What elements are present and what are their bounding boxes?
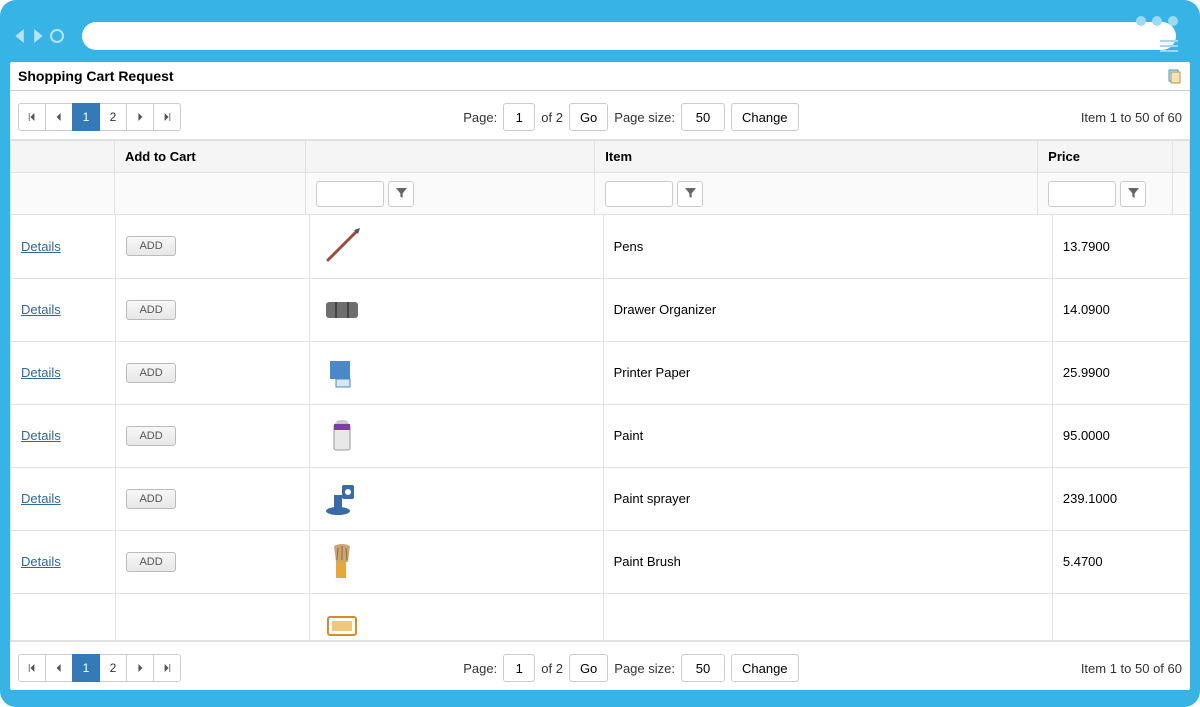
pager-last-button[interactable] xyxy=(153,654,181,682)
add-button[interactable]: ADD xyxy=(126,552,175,572)
pager-bottom: 1 2 Page: of 2 Go Page size: Change Item… xyxy=(10,641,1190,690)
item-price: 25.9900 xyxy=(1052,341,1189,404)
page-size-input[interactable] xyxy=(681,103,725,131)
table-row: Details ADD Pens13.7900 xyxy=(11,215,1190,278)
page-label: Page: xyxy=(463,110,497,125)
pager-next-button[interactable] xyxy=(126,654,154,682)
filter-thumb-button[interactable] xyxy=(388,181,414,207)
add-button[interactable]: ADD xyxy=(126,363,175,383)
table-row: Details ADD Paint95.0000 xyxy=(11,404,1190,467)
change-button[interactable]: Change xyxy=(731,103,799,131)
product-thumb-icon xyxy=(320,351,364,395)
page-label: Page: xyxy=(463,661,497,676)
menu-icon[interactable] xyxy=(1160,40,1178,52)
details-link[interactable]: Details xyxy=(21,239,61,254)
item-name: Paint xyxy=(603,404,1052,467)
filter-price-input[interactable] xyxy=(1048,181,1116,207)
col-price[interactable]: Price xyxy=(1038,141,1173,173)
details-link[interactable]: Details xyxy=(21,302,61,317)
items-table-body: Details ADD Pens13.7900 Details ADD Drawer Or… xyxy=(10,215,1190,594)
product-thumb-icon xyxy=(320,414,364,458)
items-table-header: Add to Cart Item Price xyxy=(10,140,1190,215)
item-name: Pens xyxy=(603,215,1052,278)
page-size-input[interactable] xyxy=(681,654,725,682)
pager-top: 1 2 Page: of 2 Go Page size: Change Item… xyxy=(10,91,1190,140)
table-row: Details ADD Paint sprayer239.1000 xyxy=(11,467,1190,530)
pager-first-button[interactable] xyxy=(18,654,46,682)
product-thumb-icon xyxy=(320,224,364,268)
col-details[interactable] xyxy=(11,141,115,173)
item-price: 14.0900 xyxy=(1052,278,1189,341)
browser-back-icon[interactable] xyxy=(14,29,28,43)
page-title: Shopping Cart Request xyxy=(18,68,174,84)
col-thumb[interactable] xyxy=(306,141,595,173)
copy-icon[interactable] xyxy=(1166,68,1182,84)
item-price: 5.4700 xyxy=(1052,530,1189,593)
table-row: Details ADD Printer Paper25.9900 xyxy=(11,341,1190,404)
product-thumb-icon xyxy=(320,288,364,332)
col-item[interactable]: Item xyxy=(595,141,1038,173)
page-size-label: Page size: xyxy=(614,661,675,676)
pager-prev-button[interactable] xyxy=(45,103,73,131)
page-input[interactable] xyxy=(503,103,535,131)
window-dot-icon xyxy=(1136,16,1146,26)
window-dot-icon xyxy=(1168,16,1178,26)
pager-next-button[interactable] xyxy=(126,103,154,131)
add-button[interactable]: ADD xyxy=(126,300,175,320)
url-bar[interactable] xyxy=(82,22,1176,50)
pager-last-button[interactable] xyxy=(153,103,181,131)
filter-price-button[interactable] xyxy=(1120,181,1146,207)
change-button[interactable]: Change xyxy=(731,654,799,682)
product-thumb-icon xyxy=(320,477,364,521)
table-row: Details ADD Paint Brush5.4700 xyxy=(11,530,1190,593)
browser-chrome: Shopping Cart Request 1 2 Page: of 2 Go xyxy=(0,0,1200,707)
item-name: Drawer Organizer xyxy=(603,278,1052,341)
go-button[interactable]: Go xyxy=(569,654,608,682)
browser-forward-icon[interactable] xyxy=(30,29,44,43)
pager-status: Item 1 to 50 of 60 xyxy=(1081,110,1182,125)
page-of-label: of 2 xyxy=(541,661,563,676)
item-name: Paint sprayer xyxy=(603,467,1052,530)
pager-status: Item 1 to 50 of 60 xyxy=(1081,661,1182,676)
add-button[interactable]: ADD xyxy=(126,489,175,509)
filter-item-input[interactable] xyxy=(605,181,673,207)
page-content: Shopping Cart Request 1 2 Page: of 2 Go xyxy=(10,62,1190,690)
window-dot-icon xyxy=(1152,16,1162,26)
pager-buttons: 1 2 xyxy=(18,103,181,131)
pager-prev-button[interactable] xyxy=(45,654,73,682)
pager-page-2[interactable]: 2 xyxy=(99,654,127,682)
window-dots xyxy=(1136,16,1178,26)
details-link[interactable]: Details xyxy=(21,554,61,569)
item-price: 95.0000 xyxy=(1052,404,1189,467)
details-link[interactable]: Details xyxy=(21,491,61,506)
pager-page-1[interactable]: 1 xyxy=(72,103,100,131)
details-link[interactable]: Details xyxy=(21,365,61,380)
table-row: Details ADD Drawer Organizer14.0900 xyxy=(11,278,1190,341)
item-price: 239.1000 xyxy=(1052,467,1189,530)
details-link[interactable]: Details xyxy=(21,428,61,443)
page-of-label: of 2 xyxy=(541,110,563,125)
product-thumb-icon xyxy=(320,540,364,584)
page-size-label: Page size: xyxy=(614,110,675,125)
browser-reload-icon[interactable] xyxy=(50,29,64,43)
product-thumb-icon xyxy=(320,603,364,640)
filter-item-button[interactable] xyxy=(677,181,703,207)
table-scroll[interactable]: Details ADD Pens13.7900 Details ADD Drawer Or… xyxy=(10,215,1190,640)
page-input[interactable] xyxy=(503,654,535,682)
go-button[interactable]: Go xyxy=(569,103,608,131)
add-button[interactable]: ADD xyxy=(126,236,175,256)
item-name: Paint Brush xyxy=(603,530,1052,593)
add-button[interactable]: ADD xyxy=(126,426,175,446)
pager-first-button[interactable] xyxy=(18,103,46,131)
item-price: 13.7900 xyxy=(1052,215,1189,278)
item-name: Printer Paper xyxy=(603,341,1052,404)
pager-page-1[interactable]: 1 xyxy=(72,654,100,682)
col-add-to-cart[interactable]: Add to Cart xyxy=(114,141,305,173)
pager-page-2[interactable]: 2 xyxy=(99,103,127,131)
filter-thumb-input[interactable] xyxy=(316,181,384,207)
